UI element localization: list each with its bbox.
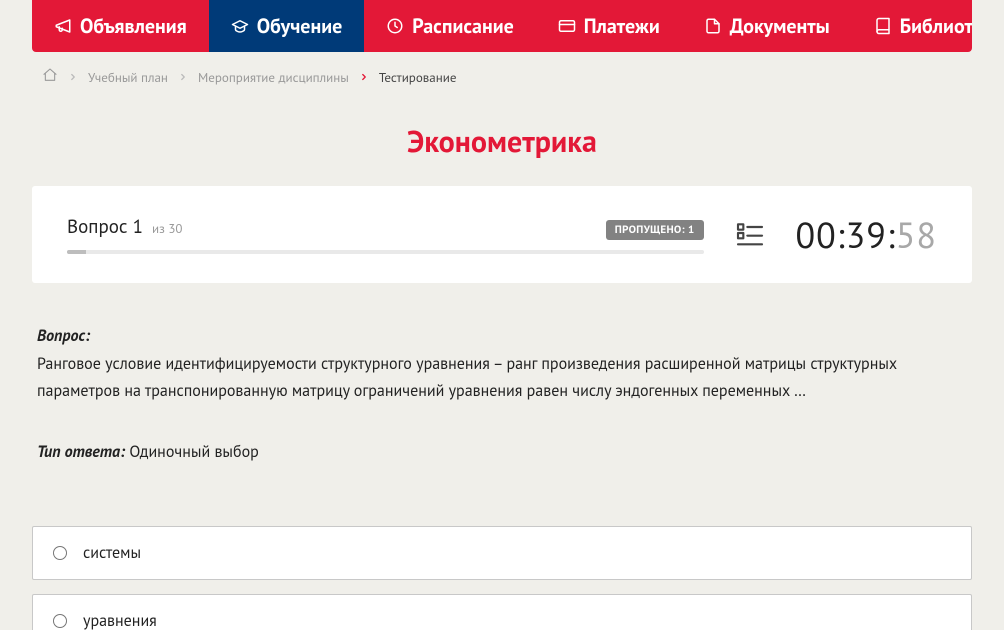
question-status-panel: Вопрос 1 из 30 ПРОПУЩЕНО: 1	[32, 186, 972, 283]
answer-radio[interactable]	[53, 614, 67, 628]
nav-label: Обучение	[257, 13, 343, 39]
question-number: Вопрос 1 из 30	[67, 215, 183, 239]
question-index: 1	[133, 215, 143, 239]
skipped-badge: ПРОПУЩЕНО: 1	[606, 220, 704, 240]
book-icon	[874, 17, 892, 35]
answers-list: системы уравнения	[32, 526, 972, 630]
nav-label: Документы	[730, 13, 830, 39]
question-word: Вопрос	[67, 215, 127, 239]
question-text: Ранговое условие идентифицируемости стру…	[37, 351, 967, 404]
grad-cap-icon	[231, 17, 249, 35]
answer-type-value: Одиночный выбор	[129, 442, 258, 462]
home-icon[interactable]	[42, 67, 58, 87]
breadcrumb-current: Тестирование	[379, 69, 457, 86]
nav-item-education[interactable]: Обучение	[209, 0, 365, 52]
answer-type-label: Тип ответа:	[37, 442, 125, 462]
nav-label: Расписание	[412, 13, 513, 39]
nav-item-schedule[interactable]: Расписание	[364, 0, 535, 52]
page-title: Эконометрика	[32, 122, 972, 161]
breadcrumb-item[interactable]: Учебный план	[88, 69, 168, 86]
card-icon	[558, 17, 576, 35]
clock-icon	[386, 17, 404, 35]
doc-icon	[704, 17, 722, 35]
nav-item-documents[interactable]: Документы	[682, 0, 852, 52]
timer: 00:39:58	[796, 211, 938, 258]
chevron-right-icon	[68, 69, 78, 86]
timer-main: 00:39:	[796, 211, 896, 258]
main-nav: Объявления Обучение Расписание Платежи	[32, 0, 972, 52]
question-label: Вопрос:	[37, 326, 90, 346]
chevron-right-icon	[178, 69, 188, 86]
answer-text: уравнения	[83, 611, 157, 630]
chevron-right-icon	[359, 69, 369, 86]
megaphone-icon	[54, 17, 72, 35]
answer-option[interactable]: уравнения	[32, 594, 972, 630]
progress-bar	[67, 250, 704, 254]
nav-label: Библиотека	[900, 13, 972, 39]
nav-item-announcements[interactable]: Объявления	[32, 0, 209, 52]
question-list-icon[interactable]	[734, 219, 766, 251]
answer-option[interactable]: системы	[32, 526, 972, 580]
question-total: 30	[168, 220, 182, 237]
answer-text: системы	[83, 543, 141, 563]
nav-label: Платежи	[584, 13, 660, 39]
nav-label: Объявления	[80, 13, 187, 39]
breadcrumb: Учебный план Мероприятие дисциплины Тест…	[32, 52, 972, 87]
timer-seconds: 58	[896, 211, 937, 258]
nav-item-payments[interactable]: Платежи	[536, 0, 682, 52]
of-word: из	[152, 220, 165, 237]
breadcrumb-item[interactable]: Мероприятие дисциплины	[198, 69, 349, 86]
answer-radio[interactable]	[53, 546, 67, 560]
nav-item-library[interactable]: Библиотека	[852, 0, 972, 52]
question-body: Вопрос: Ранговое условие идентифицируемо…	[32, 283, 972, 496]
